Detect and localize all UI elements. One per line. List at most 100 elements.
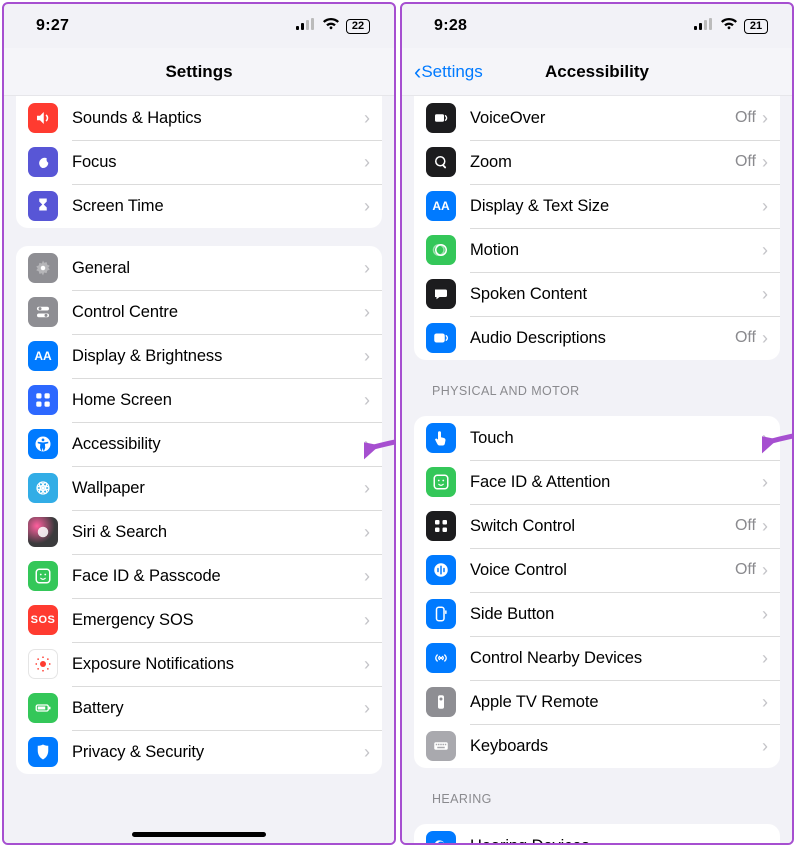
- row-switch-control[interactable]: Switch ControlOff ›: [414, 504, 780, 548]
- row-label: Switch Control: [470, 517, 735, 536]
- row-display-brightness[interactable]: AADisplay & Brightness›: [16, 334, 382, 378]
- settings-group: General›Control Centre›AADisplay & Brigh…: [16, 246, 382, 774]
- siri-icon: [28, 517, 58, 547]
- section-header: HEARING: [414, 786, 780, 812]
- row-control-centre[interactable]: Control Centre›: [16, 290, 382, 334]
- row-label: Face ID & Attention: [470, 473, 762, 492]
- row-status: Off: [735, 517, 756, 535]
- row-label: Hearing Devices: [470, 837, 762, 844]
- row-label: Focus: [72, 153, 364, 172]
- chevron-left-icon: ‹: [414, 61, 421, 83]
- row-general[interactable]: General›: [16, 246, 382, 290]
- settings-group: Touch›Face ID & Attention›Switch Control…: [414, 416, 780, 768]
- back-button[interactable]: ‹ Settings: [410, 48, 483, 95]
- row-status: Off: [735, 561, 756, 579]
- row-display-text-size[interactable]: AADisplay & Text Size›: [414, 184, 780, 228]
- row-label: Control Nearby Devices: [470, 649, 762, 668]
- row-label: Accessibility: [72, 435, 364, 454]
- settings-list[interactable]: Sounds & Haptics›Focus›Screen Time›Gener…: [4, 96, 394, 843]
- status-icons: 22: [296, 17, 370, 35]
- row-face-id-attention[interactable]: Face ID & Attention›: [414, 460, 780, 504]
- row-label: Privacy & Security: [72, 743, 364, 762]
- row-label: Siri & Search: [72, 523, 364, 542]
- back-label: Settings: [421, 62, 482, 82]
- row-siri-search[interactable]: Siri & Search›: [16, 510, 382, 554]
- chevron-right-icon: ›: [364, 196, 370, 217]
- chevron-right-icon: ›: [762, 648, 768, 669]
- row-emergency-sos[interactable]: SOSEmergency SOS›: [16, 598, 382, 642]
- phone-left: 9:27 22 Settings Sounds & Haptics›Focus›…: [2, 2, 396, 845]
- home-indicator[interactable]: [132, 832, 266, 837]
- chevron-right-icon: ›: [762, 736, 768, 757]
- section-header: PHYSICAL AND MOTOR: [414, 378, 780, 404]
- chevron-right-icon: ›: [364, 302, 370, 323]
- chevron-right-icon: ›: [364, 346, 370, 367]
- nav-header: Settings: [4, 48, 394, 96]
- chevron-right-icon: ›: [364, 522, 370, 543]
- faceid-icon: [28, 561, 58, 591]
- battery-icon: 22: [346, 19, 370, 34]
- row-status: Off: [735, 153, 756, 171]
- row-focus[interactable]: Focus›: [16, 140, 382, 184]
- row-audio-descriptions[interactable]: Audio DescriptionsOff›: [414, 316, 780, 360]
- row-sounds-haptics[interactable]: Sounds & Haptics›: [16, 96, 382, 140]
- row-battery[interactable]: Battery›: [16, 686, 382, 730]
- row-label: Sounds & Haptics: [72, 109, 364, 128]
- row-apple-tv-remote[interactable]: Apple TV Remote›: [414, 680, 780, 724]
- row-label: Keyboards: [470, 737, 762, 756]
- row-side-button[interactable]: Side Button›: [414, 592, 780, 636]
- row-label: Audio Descriptions: [470, 329, 735, 348]
- row-privacy-security[interactable]: Privacy & Security›: [16, 730, 382, 774]
- row-zoom[interactable]: ZoomOff›: [414, 140, 780, 184]
- row-label: Apple TV Remote: [470, 693, 762, 712]
- row-voice-control[interactable]: Voice ControlOff›: [414, 548, 780, 592]
- row-label: VoiceOver: [470, 109, 735, 128]
- accessibility-list[interactable]: VoiceOverOff›ZoomOff›AADisplay & Text Si…: [402, 96, 792, 843]
- settings-group: VoiceOverOff›ZoomOff›AADisplay & Text Si…: [414, 96, 780, 360]
- chevron-right-icon: ›: [762, 516, 768, 537]
- homescreen-icon: [28, 385, 58, 415]
- zoom-icon: [426, 147, 456, 177]
- sounds-icon: [28, 103, 58, 133]
- row-touch[interactable]: Touch›: [414, 416, 780, 460]
- chevron-right-icon: ›: [762, 428, 768, 449]
- row-label: Wallpaper: [72, 479, 364, 498]
- sos-icon: SOS: [28, 605, 58, 635]
- wifi-icon: [720, 17, 738, 35]
- voicectl-icon: [426, 555, 456, 585]
- chevron-right-icon: ›: [364, 478, 370, 499]
- row-face-id-passcode[interactable]: Face ID & Passcode›: [16, 554, 382, 598]
- row-label: Zoom: [470, 153, 735, 172]
- row-control-nearby-devices[interactable]: Control Nearby Devices›: [414, 636, 780, 680]
- chevron-right-icon: ›: [364, 258, 370, 279]
- chevron-right-icon: ›: [762, 240, 768, 261]
- row-keyboards[interactable]: Keyboards›: [414, 724, 780, 768]
- row-motion[interactable]: Motion›: [414, 228, 780, 272]
- chevron-right-icon: ›: [364, 152, 370, 173]
- row-spoken-content[interactable]: Spoken Content›: [414, 272, 780, 316]
- row-label: Touch: [470, 429, 762, 448]
- row-label: Face ID & Passcode: [72, 567, 364, 586]
- keyboards-icon: [426, 731, 456, 761]
- settings-group: Hearing Devices›: [414, 824, 780, 843]
- accessibility-icon: [28, 429, 58, 459]
- cellular-icon: [296, 17, 316, 35]
- row-accessibility[interactable]: Accessibility›: [16, 422, 382, 466]
- row-screen-time[interactable]: Screen Time›: [16, 184, 382, 228]
- row-label: Side Button: [470, 605, 762, 624]
- hearing-icon: [426, 831, 456, 843]
- row-voiceover[interactable]: VoiceOverOff›: [414, 96, 780, 140]
- row-label: Battery: [72, 699, 364, 718]
- row-home-screen[interactable]: Home Screen›: [16, 378, 382, 422]
- chevron-right-icon: ›: [762, 604, 768, 625]
- row-label: Motion: [470, 241, 762, 260]
- row-exposure-notifications[interactable]: Exposure Notifications›: [16, 642, 382, 686]
- privacy-icon: [28, 737, 58, 767]
- row-hearing-devices[interactable]: Hearing Devices›: [414, 824, 780, 843]
- battery-level: 22: [346, 19, 370, 34]
- row-wallpaper[interactable]: Wallpaper›: [16, 466, 382, 510]
- focus-icon: [28, 147, 58, 177]
- touch-icon: [426, 423, 456, 453]
- spoken-icon: [426, 279, 456, 309]
- sidebtn-icon: [426, 599, 456, 629]
